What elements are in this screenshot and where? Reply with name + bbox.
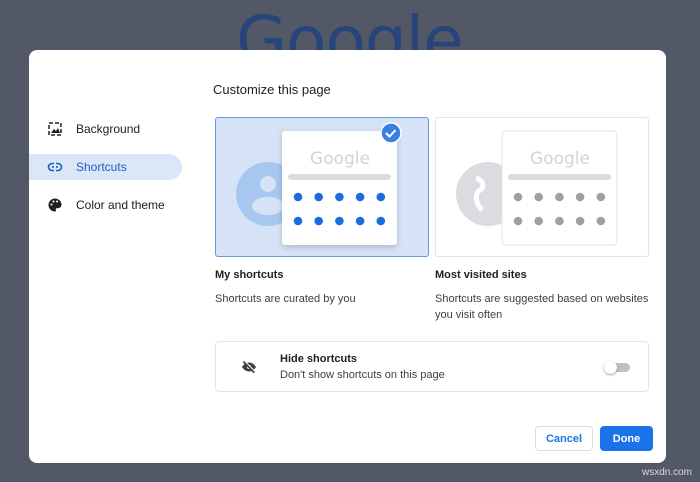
sidebar-item-label: Color and theme	[76, 198, 165, 212]
shortcut-dot	[335, 192, 344, 202]
most-visited-preview: Google	[456, 130, 618, 246]
shortcut-dot	[314, 216, 323, 226]
sidebar-item-label: Shortcuts	[76, 160, 127, 174]
shortcut-dot	[555, 216, 564, 226]
option-my-shortcuts[interactable]: Google	[215, 117, 429, 257]
shortcut-dot	[575, 216, 585, 226]
shortcut-dot	[376, 216, 386, 226]
sidebar-item-shortcuts[interactable]: Shortcuts	[29, 154, 182, 180]
link-icon	[47, 162, 63, 172]
hide-shortcuts-row: Hide shortcuts Don't show shortcuts on t…	[215, 341, 649, 392]
cancel-button[interactable]: Cancel	[535, 426, 593, 451]
preview-logo: Google	[310, 149, 370, 169]
option-name: My shortcuts	[215, 269, 284, 281]
shortcut-dot	[355, 192, 365, 202]
option-description: Shortcuts are suggested based on website…	[435, 293, 649, 321]
sidebar: Background Shortcuts Color and theme	[29, 116, 182, 230]
shortcut-dot	[534, 216, 543, 226]
hide-shortcuts-title: Hide shortcuts	[280, 353, 358, 365]
option-description: Shortcuts are curated by you	[215, 293, 356, 305]
shortcut-dot	[293, 216, 303, 226]
sidebar-item-background[interactable]: Background	[29, 116, 182, 142]
shortcut-dot	[513, 216, 523, 226]
option-name: Most visited sites	[435, 269, 527, 281]
hide-shortcuts-description: Don't show shortcuts on this page	[280, 369, 445, 381]
option-most-visited-sites[interactable]: Google	[435, 117, 649, 257]
shortcut-dot	[335, 216, 344, 226]
done-button[interactable]: Done	[600, 426, 653, 451]
my-shortcuts-preview: Google	[236, 122, 402, 245]
shortcut-dot	[376, 192, 386, 202]
shortcut-dot	[314, 192, 323, 202]
shortcut-dot	[534, 192, 543, 202]
dialog-title: Customize this page	[213, 82, 331, 97]
watermark: wsxdn.com	[641, 467, 692, 478]
shortcut-dot	[355, 216, 365, 226]
shortcut-dot	[513, 192, 523, 202]
shortcut-dot	[596, 216, 606, 226]
sidebar-item-color-and-theme[interactable]: Color and theme	[29, 192, 182, 218]
image-icon	[48, 122, 62, 136]
eye-off-icon	[242, 360, 256, 374]
hide-shortcuts-toggle[interactable]	[604, 361, 630, 374]
shortcut-dot	[293, 192, 303, 202]
sidebar-item-label: Background	[76, 122, 141, 136]
shortcut-dot	[596, 192, 606, 202]
selected-check-icon	[380, 122, 402, 144]
palette-icon	[48, 198, 62, 212]
shortcut-dot	[575, 192, 585, 202]
shortcut-dot	[555, 192, 564, 202]
customize-dialog: Customize this page Background Shortcuts…	[29, 50, 666, 463]
preview-logo: Google	[530, 149, 590, 169]
